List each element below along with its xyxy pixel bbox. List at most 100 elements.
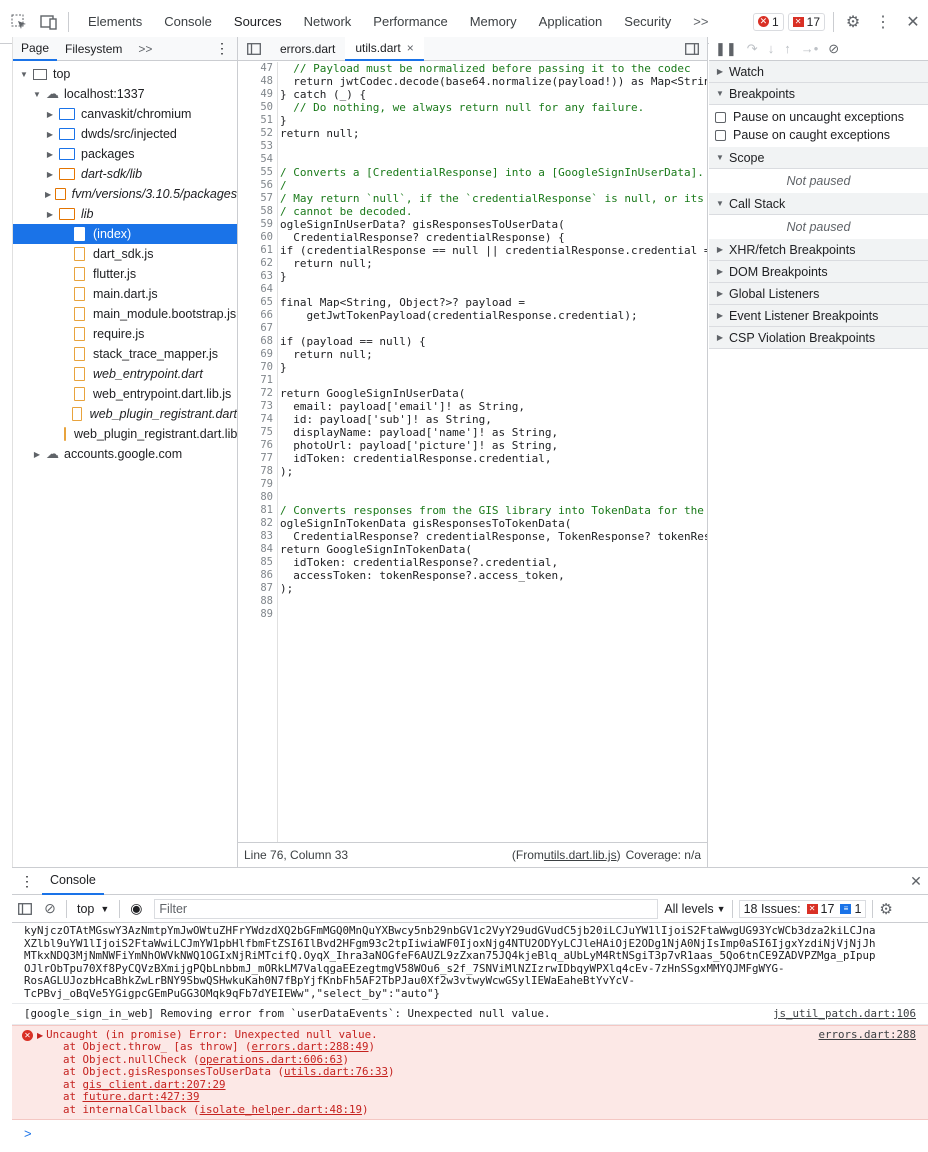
collapsed-triangle-icon[interactable]: ▶	[45, 170, 55, 179]
step-over-icon[interactable]: ↷	[747, 41, 758, 57]
debugger-section[interactable]: ▶ XHR/fetch Breakpoints	[709, 239, 928, 261]
tree-item[interactable]: web_plugin_registrant.dart	[13, 404, 237, 424]
watch-section[interactable]: ▶ Watch	[709, 61, 928, 83]
stack-frame-link[interactable]: future.dart:427:39	[83, 1090, 200, 1103]
line-number[interactable]: 54	[238, 153, 277, 166]
pause-uncaught-checkbox[interactable]: Pause on uncaught exceptions	[709, 108, 928, 126]
pause-icon[interactable]: ❚❚	[715, 41, 737, 57]
tree-item[interactable]: ▼ top	[13, 64, 237, 84]
code-line[interactable]: / Converts responses from the GIS librar…	[280, 504, 707, 517]
line-number[interactable]: 66	[238, 309, 277, 322]
expanded-triangle-icon[interactable]: ▼	[19, 70, 29, 79]
line-number[interactable]: 69	[238, 348, 277, 361]
toggle-navigator-icon[interactable]	[238, 42, 270, 55]
line-number[interactable]: 48	[238, 75, 277, 88]
error-count-badge[interactable]: ✕ 1	[752, 12, 784, 31]
console-drawer-tab[interactable]: Console	[42, 868, 104, 895]
code-line[interactable]: final Map<String, Object?>? payload =	[280, 296, 707, 309]
line-number[interactable]: 89	[238, 608, 277, 621]
tree-item[interactable]: main.dart.js	[13, 284, 237, 304]
toggle-debugger-icon[interactable]	[677, 42, 707, 55]
code-line[interactable]	[280, 153, 707, 166]
tree-item[interactable]: dart_sdk.js	[13, 244, 237, 264]
code-line[interactable]	[280, 478, 707, 491]
context-selector[interactable]: top ▼	[71, 902, 115, 916]
line-number[interactable]: 71	[238, 374, 277, 387]
clear-console-icon[interactable]: ⊘	[38, 900, 62, 917]
line-number[interactable]: 68	[238, 335, 277, 348]
tab-page[interactable]: Page	[13, 37, 58, 61]
code-line[interactable]: }	[280, 114, 707, 127]
code-line[interactable]: displayName: payload['name']! as String,	[280, 426, 707, 439]
tree-item[interactable]: ▶ fvm/versions/3.10.5/packages	[13, 184, 237, 204]
line-number[interactable]: 58	[238, 205, 277, 218]
log-levels-dropdown[interactable]: All levels ▼	[664, 902, 725, 916]
code-line[interactable]: if (credentialResponse == null || creden…	[280, 244, 707, 257]
live-expression-eye-icon[interactable]: ◉	[124, 900, 148, 917]
code-line[interactable]: photoUrl: payload['picture']! as String,	[280, 439, 707, 452]
line-number[interactable]: 79	[238, 478, 277, 491]
code-line[interactable]: idToken: credentialResponse?.credential,	[280, 556, 707, 569]
code-line[interactable]: getJwtTokenPayload(credentialResponse.cr…	[280, 309, 707, 322]
line-number[interactable]: 88	[238, 595, 277, 608]
code-line[interactable]: return null;	[280, 127, 707, 140]
line-number[interactable]: 72	[238, 387, 277, 400]
line-number[interactable]: 80	[238, 491, 277, 504]
code-view[interactable]: 47 48 49 50 51 52 53 54 55 56 57 58 59 60 61 62 63 64 65 66…	[238, 62, 707, 842]
line-number[interactable]: 87	[238, 582, 277, 595]
scope-section[interactable]: ▼ Scope	[709, 147, 928, 169]
code-line[interactable]: /	[280, 179, 707, 192]
close-drawer-icon[interactable]: ✕	[904, 873, 928, 890]
line-number[interactable]: 75	[238, 426, 277, 439]
code-line[interactable]: // Do nothing, we always return null for…	[280, 101, 707, 114]
expand-triangle-icon[interactable]: ▶	[37, 1031, 43, 1042]
code-line[interactable]	[280, 491, 707, 504]
code-line[interactable]: );	[280, 465, 707, 478]
console-prompt[interactable]: >	[12, 1120, 928, 1141]
line-number[interactable]: 57	[238, 192, 277, 205]
code-line[interactable]: if (payload == null) {	[280, 335, 707, 348]
collapsed-triangle-icon[interactable]: ▶	[45, 210, 55, 219]
line-number[interactable]: 77	[238, 452, 277, 465]
line-number[interactable]: 62	[238, 257, 277, 270]
line-number[interactable]: 61	[238, 244, 277, 257]
line-number[interactable]: 74	[238, 413, 277, 426]
stack-frame-link[interactable]: errors.dart:288:49	[252, 1040, 369, 1053]
line-number[interactable]: 52	[238, 127, 277, 140]
code-line[interactable]	[280, 283, 707, 296]
step-into-icon[interactable]: ↓	[768, 41, 775, 56]
code-line[interactable]: / May return `null`, if the `credentialR…	[280, 192, 707, 205]
breakpoints-section[interactable]: ▼ Breakpoints	[709, 83, 928, 105]
debugger-section[interactable]: ▶ Global Listeners	[709, 283, 928, 305]
line-number[interactable]: 60	[238, 231, 277, 244]
inspect-element-icon[interactable]	[8, 11, 30, 33]
tab-utils-dart[interactable]: utils.dart ×	[345, 36, 424, 61]
code-line[interactable]: CredentialResponse? credentialResponse) …	[280, 231, 707, 244]
line-number[interactable]: 59	[238, 218, 277, 231]
issues-badge[interactable]: 18 Issues: ✕ 17 ≡ 1	[738, 899, 867, 918]
line-number[interactable]: 64	[238, 283, 277, 296]
line-number[interactable]: 76	[238, 439, 277, 452]
close-devtools-icon[interactable]: ✕	[902, 11, 924, 33]
code-line[interactable]	[280, 374, 707, 387]
tree-item[interactable]: stack_trace_mapper.js	[13, 344, 237, 364]
line-number[interactable]: 51	[238, 114, 277, 127]
line-number[interactable]: 67	[238, 322, 277, 335]
console-sidebar-icon[interactable]	[12, 902, 38, 915]
debugger-section[interactable]: ▶ DOM Breakpoints	[709, 261, 928, 283]
more-tabs-chevron-icon[interactable]: >>	[130, 37, 160, 61]
tree-item[interactable]: web_plugin_registrant.dart.lib.js	[13, 424, 237, 444]
collapsed-triangle-icon[interactable]: ▶	[32, 450, 42, 459]
warning-count-badge[interactable]: ✕ 17	[787, 12, 825, 31]
line-number[interactable]: 85	[238, 556, 277, 569]
tree-item[interactable]: ▶ packages	[13, 144, 237, 164]
line-number[interactable]: 47	[238, 62, 277, 75]
stack-frame-link[interactable]: utils.dart:76:33	[284, 1065, 388, 1078]
line-number[interactable]: 55	[238, 166, 277, 179]
tree-item[interactable]: (index)	[13, 224, 237, 244]
line-number[interactable]: 70	[238, 361, 277, 374]
line-number[interactable]: 81	[238, 504, 277, 517]
step-out-icon[interactable]: ↑	[784, 41, 791, 56]
tree-item[interactable]: require.js	[13, 324, 237, 344]
code-line[interactable]: return GoogleSignInTokenData(	[280, 543, 707, 556]
